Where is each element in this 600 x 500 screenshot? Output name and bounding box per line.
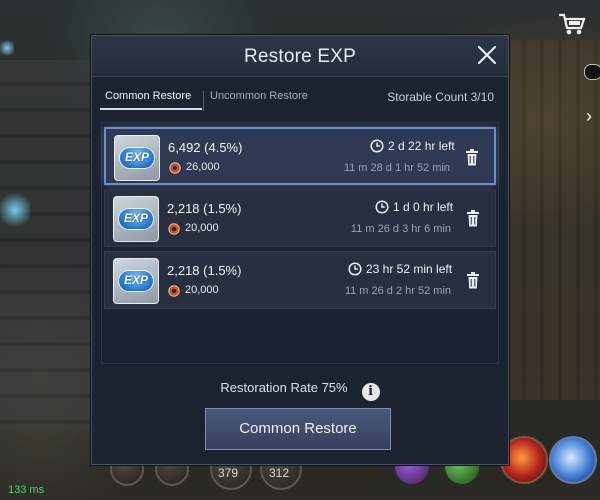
list-item[interactable]: EXP 2,218 (1.5%) 20,000 23 hr 52 min lef… [104,251,496,309]
stone-wall-left [0,60,95,430]
common-restore-button[interactable]: Common Restore [205,408,391,450]
skill-count: 312 [269,466,290,480]
expiry-time: 11 m 26 d 2 hr 52 min [344,285,451,297]
trash-icon[interactable] [465,149,479,166]
dialog-header: Restore EXP [92,36,508,77]
exp-amount: 2,218 (1.5%) [167,263,242,278]
coin-icon [168,223,180,235]
light-glow [0,38,14,58]
active-tab-indicator [100,108,202,110]
storable-count: Storable Count 3/10 [387,90,494,104]
stone-wall-right [508,40,600,400]
ping-indicator: 133 ms [8,484,45,496]
tab-uncommon-restore[interactable]: Uncommon Restore [210,90,308,102]
exp-icon: EXP [113,196,159,242]
dialog-title: Restore EXP [243,46,357,67]
exp-pill: EXP [119,147,155,169]
close-icon[interactable] [474,42,500,68]
trash-icon[interactable] [466,210,480,227]
time-left: 23 hr 52 min left [366,262,453,276]
restore-list: EXP 6,492 (4.5%) 26,000 2 d 22 hr left 1… [101,122,499,364]
list-item[interactable]: EXP 2,218 (1.5%) 20,000 1 d 0 hr left 11… [104,189,496,247]
side-badge[interactable] [584,64,600,80]
skill-count: 379 [218,466,239,480]
coin-icon [169,162,181,174]
exp-amount: 2,218 (1.5%) [167,201,242,216]
clock-icon [375,200,389,214]
trash-icon[interactable] [466,272,480,289]
restore-exp-dialog: Restore EXP Common Restore Uncommon Rest… [91,35,509,465]
exp-icon: EXP [114,135,160,181]
restoration-rate: Restoration Rate 75% [220,380,348,395]
tab-divider [203,91,204,111]
list-item[interactable]: EXP 6,492 (4.5%) 26,000 2 d 22 hr left 1… [104,127,496,185]
restore-cost: 26,000 [186,161,220,173]
clock-icon [370,139,384,153]
restoration-rate-row: Restoration Rate 75% i [92,379,508,401]
restore-cost: 20,000 [185,222,219,234]
light-glow [0,190,30,230]
exp-icon: EXP [113,258,159,304]
clock-icon [348,262,362,276]
shopping-cart-icon[interactable] [558,12,586,36]
coin-icon [168,285,180,297]
tab-common-restore[interactable]: Common Restore [105,90,191,102]
tab-bar: Common Restore Uncommon Restore Storable… [92,76,508,116]
expiry-time: 11 m 26 d 3 hr 6 min [350,223,451,235]
time-left: 2 d 22 hr left [388,139,455,153]
info-icon[interactable]: i [361,383,380,401]
time-left: 1 d 0 hr left [393,200,454,214]
restore-cost: 20,000 [185,284,219,296]
skill-orb[interactable] [549,436,597,484]
chevron-right-icon[interactable]: › [586,106,592,127]
exp-pill: EXP [118,270,154,292]
exp-amount: 6,492 (4.5%) [168,140,243,155]
exp-pill: EXP [118,208,154,230]
expiry-time: 11 m 28 d 1 hr 52 min [343,162,450,174]
